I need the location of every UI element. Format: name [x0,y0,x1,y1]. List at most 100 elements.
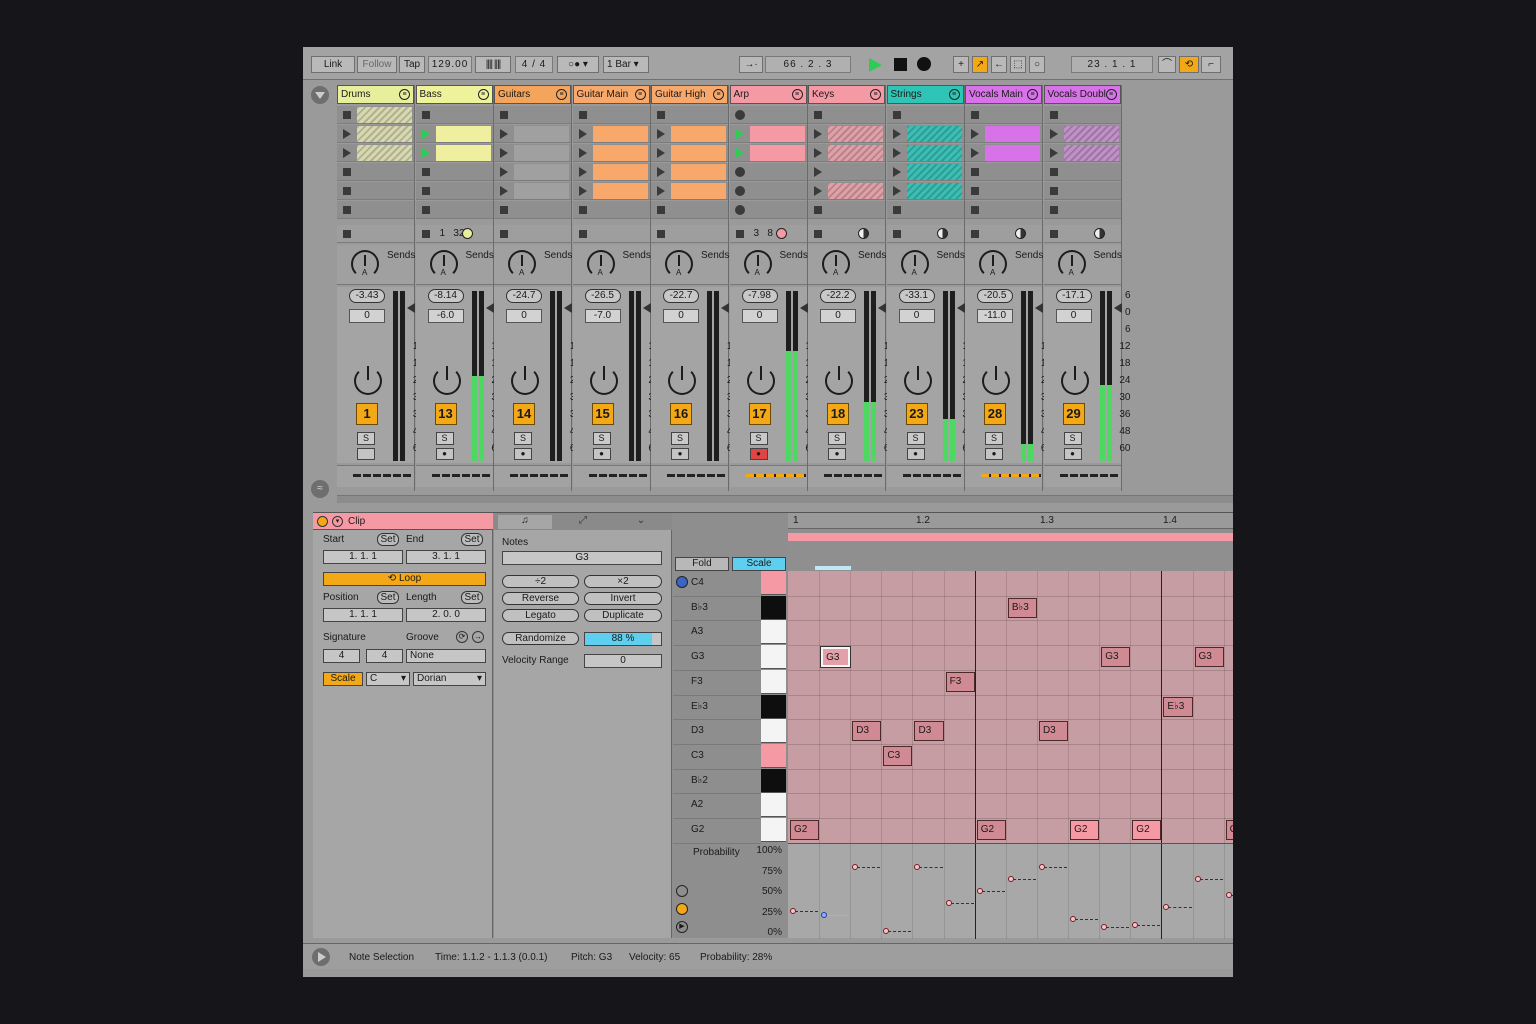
slot-stop-icon[interactable] [657,206,665,214]
clip[interactable] [592,126,648,142]
clip[interactable] [357,107,412,123]
clip-play-icon[interactable] [892,148,901,158]
duplicate-button[interactable]: Duplicate [584,609,662,622]
clip-activator-icon[interactable] [317,516,328,527]
slot-stop-icon[interactable] [971,187,979,195]
volume-field[interactable]: -22.7 [663,289,699,303]
crossfade-assign[interactable] [415,465,493,487]
crossfade-assign[interactable] [572,465,650,487]
clip-slot[interactable] [572,106,650,124]
pan-field[interactable]: 0 [1055,309,1092,323]
probability-handle[interactable] [1101,924,1108,930]
back-to-arrangement-icon[interactable]: ← [991,56,1007,73]
clip-slot[interactable] [337,201,414,219]
clip-slot[interactable] [415,106,493,124]
punch-out-icon[interactable]: ⌐ [1201,56,1221,73]
track-header[interactable]: Guitar Main ≡ [572,85,650,104]
clip-play-icon[interactable] [971,148,979,158]
clip-slot[interactable] [494,182,571,200]
clip-slot[interactable] [965,201,1042,219]
pan-field[interactable]: 0 [741,309,778,323]
clip[interactable] [671,183,726,199]
pan-field[interactable]: 0 [898,309,935,323]
track-activator-button[interactable]: 1 [356,403,378,425]
start-set-button[interactable]: Set [377,533,399,546]
track-header[interactable]: Drums ≡ [337,85,414,104]
slot-stop-icon[interactable] [971,111,979,119]
track-menu-icon[interactable]: ≡ [477,89,489,100]
tap-button[interactable]: Tap [399,56,425,73]
clip-slot[interactable] [729,182,807,200]
clip[interactable] [906,164,962,180]
stop-icon[interactable] [894,58,907,71]
hide-browser-icon[interactable] [311,86,329,104]
clip[interactable] [906,183,962,199]
clip-slot[interactable] [651,144,728,162]
arm-button[interactable]: ● [592,448,611,460]
stop-clips-icon[interactable] [971,230,979,238]
slot-stop-icon[interactable] [814,111,822,119]
pan-knob[interactable] [746,366,775,395]
clip-play-icon[interactable] [578,148,587,158]
probability-handle[interactable] [1163,904,1170,910]
track-header[interactable]: Vocals Main ≡ [965,85,1042,104]
clip[interactable] [749,145,805,161]
clip-play-icon[interactable] [500,129,508,139]
clip-slot[interactable] [651,106,728,124]
scale-toggle[interactable]: Scale [323,672,363,686]
volume-field[interactable]: -24.7 [506,289,542,303]
song-position-field[interactable]: 66 . 2 . 3 [765,56,851,73]
solo-button[interactable]: S [514,432,532,445]
pan-knob[interactable] [982,366,1010,395]
midi-note[interactable]: B♭3 [1007,597,1037,618]
track-activator-button[interactable]: 23 [905,403,928,425]
piano-key[interactable] [761,793,786,818]
stop-clips-icon[interactable] [500,230,508,238]
punch-in-icon[interactable]: ⌒ [1158,56,1176,73]
piano-key[interactable] [761,743,786,768]
velocity-range-field[interactable]: 0 [584,654,662,668]
play-icon[interactable] [869,58,882,72]
clip-slot[interactable] [729,125,807,143]
midi-note[interactable]: G [1225,820,1233,840]
midi-note[interactable]: G3 [820,646,852,669]
stop-clips-icon[interactable] [892,230,901,238]
invert-button[interactable]: Invert [584,592,662,605]
position-set-button[interactable]: Set [377,591,399,604]
clip-play-icon[interactable] [1049,129,1058,139]
crossfade-assign[interactable] [886,465,964,487]
end-set-button[interactable]: Set [461,533,483,546]
clip-slot[interactable] [886,201,964,219]
track-activator-button[interactable]: 28 [984,403,1006,425]
track-header[interactable]: Guitar High ≡ [651,85,728,104]
clip-play-icon[interactable] [421,129,430,139]
probability-handle[interactable] [1225,892,1232,898]
length-field[interactable]: 2. 0. 0 [406,608,486,622]
clip-slot[interactable] [494,144,571,162]
clip-play-icon[interactable] [500,186,508,196]
link-button[interactable]: Link [311,56,355,73]
follow-button[interactable]: Follow [357,56,397,73]
piano-key[interactable] [761,620,786,645]
probability-handle[interactable] [1070,916,1077,922]
send-a-knob[interactable]: A [1057,250,1086,278]
clip-menu-icon[interactable]: ▾ [332,516,343,527]
arm-button[interactable]: ● [1063,448,1082,460]
clip-play-icon[interactable] [892,186,901,196]
midi-note[interactable]: E♭3 [1163,696,1193,717]
clip-slot[interactable] [337,125,414,143]
send-a-knob[interactable]: A [586,250,615,278]
pan-field[interactable]: 0 [820,309,856,323]
slot-stop-icon[interactable] [500,111,508,119]
record-icon[interactable] [917,57,931,71]
slot-stop-icon[interactable] [578,111,587,119]
track-menu-icon[interactable]: ≡ [1027,89,1038,100]
length-set-button[interactable]: Set [461,591,483,604]
clip-slot[interactable] [965,125,1042,143]
solo-button[interactable]: S [592,432,611,445]
send-a-knob[interactable]: A [351,250,379,278]
clip-play-icon[interactable] [500,167,508,177]
toggle-detail-icon[interactable] [312,948,330,966]
capture-icon[interactable]: ⬚ [1010,56,1026,73]
clip-slot[interactable] [886,182,964,200]
